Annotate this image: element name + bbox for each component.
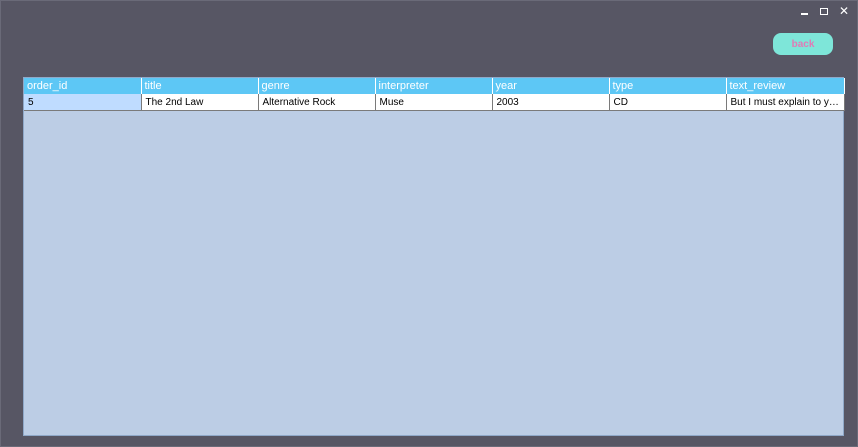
column-header-text-review[interactable]: text_review [726, 78, 845, 94]
table-row[interactable]: 5 The 2nd Law Alternative Rock Muse 2003… [24, 94, 845, 111]
app-window: ✕ back order_id title genre interpreter [0, 0, 858, 447]
data-grid[interactable]: order_id title genre interpreter year ty… [23, 77, 845, 436]
cell-order-id[interactable]: 5 [24, 94, 142, 111]
column-header-type[interactable]: type [609, 78, 727, 94]
back-button[interactable]: back [773, 33, 833, 55]
cell-interpreter[interactable]: Muse [375, 94, 493, 111]
window-controls: ✕ [795, 4, 853, 18]
maximize-button[interactable] [815, 4, 833, 18]
cell-type[interactable]: CD [609, 94, 727, 111]
table-header-row: order_id title genre interpreter year ty… [24, 78, 845, 94]
close-button[interactable]: ✕ [835, 4, 853, 18]
cell-year[interactable]: 2003 [492, 94, 610, 111]
column-header-genre[interactable]: genre [258, 78, 376, 94]
cell-genre[interactable]: Alternative Rock [258, 94, 376, 111]
orders-table: order_id title genre interpreter year ty… [24, 78, 845, 111]
cell-text-review[interactable]: But I must explain to yo... [726, 94, 845, 111]
column-header-title[interactable]: title [141, 78, 259, 94]
column-header-year[interactable]: year [492, 78, 610, 94]
minimize-button[interactable] [795, 4, 813, 18]
close-icon: ✕ [838, 4, 850, 18]
column-header-interpreter[interactable]: interpreter [375, 78, 493, 94]
maximize-icon [820, 7, 828, 15]
minimize-icon [800, 12, 808, 15]
column-header-order-id[interactable]: order_id [24, 78, 142, 94]
cell-title[interactable]: The 2nd Law [141, 94, 259, 111]
